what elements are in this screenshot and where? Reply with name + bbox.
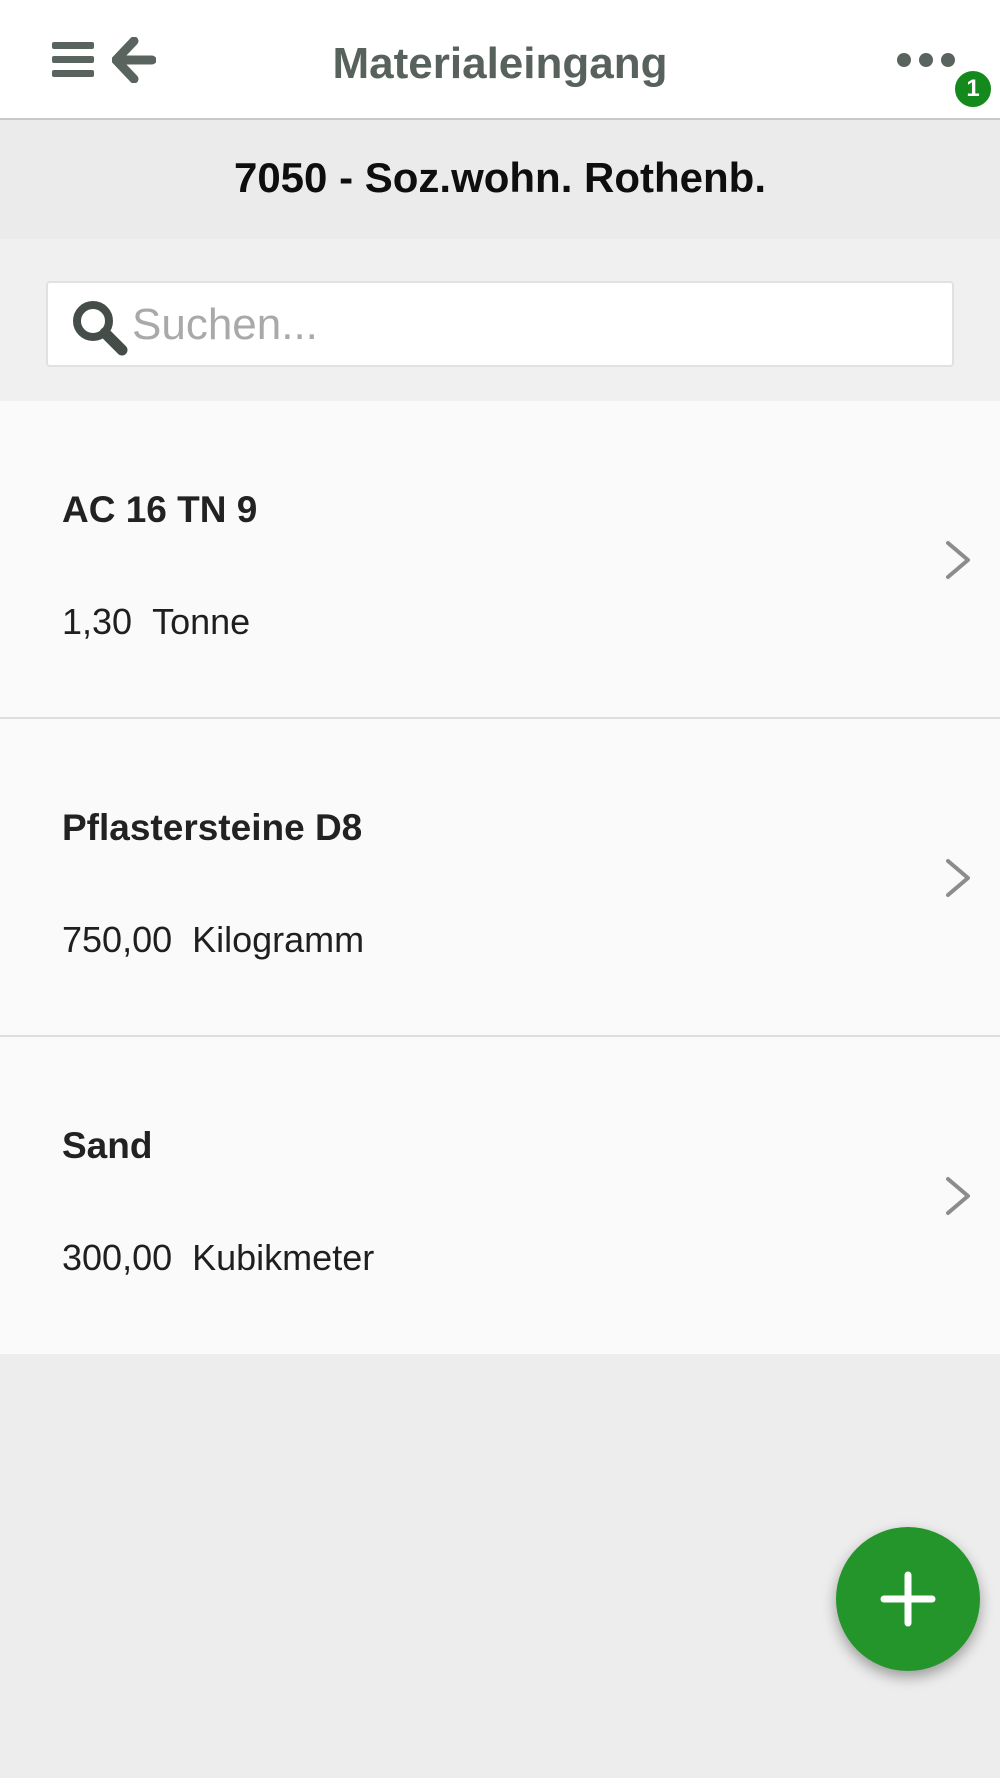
arrow-left-icon [112, 37, 156, 83]
top-bar: Materialeingang 1 [0, 0, 1000, 120]
material-name: Sand [62, 1125, 153, 1166]
menu-button[interactable] [44, 30, 104, 90]
material-quantity: 300,00 Kubikmeter [62, 1237, 374, 1279]
search-box[interactable] [46, 281, 954, 367]
back-button[interactable] [104, 28, 164, 92]
quantity-unit: Kilogramm [192, 919, 365, 960]
add-material-button[interactable] [836, 1527, 980, 1671]
search-area [0, 239, 1000, 401]
list-item[interactable]: Sand 300,00 Kubikmeter [0, 1037, 1000, 1354]
more-dots-icon [897, 53, 955, 67]
project-header: 7050 - Soz.wohn. Rothenb. [0, 120, 1000, 239]
more-options-button[interactable] [888, 30, 964, 90]
plus-icon [880, 1571, 936, 1627]
list-item[interactable]: AC 16 TN 9 1,30 Tonne [0, 401, 1000, 719]
chevron-right-icon [946, 541, 970, 579]
chevron-right-icon [946, 1177, 970, 1215]
search-icon [70, 298, 130, 358]
quantity-value: 300,00 [62, 1237, 173, 1278]
notification-badge: 1 [953, 69, 993, 109]
quantity-unit: Tonne [152, 601, 251, 642]
page-title: Materialeingang [332, 39, 668, 88]
material-name: AC 16 TN 9 [62, 489, 258, 530]
quantity-unit: Kubikmeter [192, 1237, 375, 1278]
material-name: Pflastersteine D8 [62, 807, 363, 848]
hamburger-menu-icon [52, 42, 94, 77]
chevron-right-icon [946, 859, 970, 897]
project-title: 7050 - Soz.wohn. Rothenb. [233, 153, 767, 201]
quantity-value: 1,30 [62, 601, 133, 642]
quantity-value: 750,00 [62, 919, 173, 960]
material-list: AC 16 TN 9 1,30 Tonne Pflastersteine D8 … [0, 401, 1000, 1354]
search-input[interactable] [132, 293, 932, 357]
material-quantity: 750,00 Kilogramm [62, 919, 364, 961]
list-item[interactable]: Pflastersteine D8 750,00 Kilogramm [0, 719, 1000, 1037]
material-quantity: 1,30 Tonne [62, 601, 250, 643]
app-screen: Materialeingang 1 7050 - Soz.wohn. Rothe… [0, 0, 1000, 1778]
